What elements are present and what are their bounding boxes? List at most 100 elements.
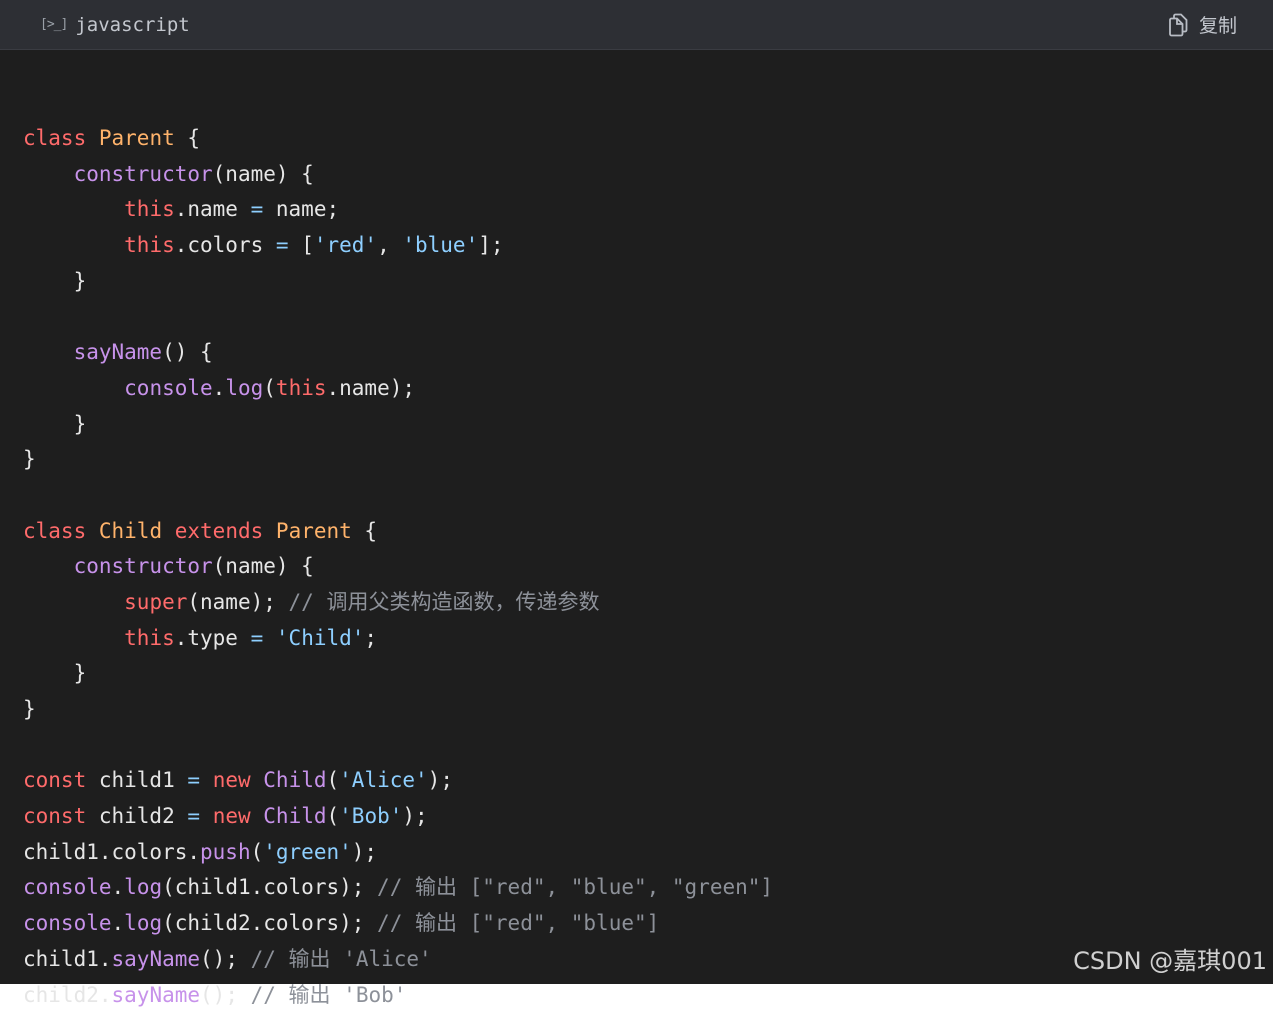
code-line <box>23 478 1273 514</box>
code-token <box>23 162 74 186</box>
code-token <box>23 340 74 364</box>
copy-label: 复制 <box>1199 11 1237 38</box>
code-token: .name); <box>327 376 416 400</box>
code-token <box>23 376 124 400</box>
code-token: . <box>112 875 125 899</box>
code-token: = <box>187 768 200 792</box>
code-token: child2 <box>86 804 187 828</box>
code-line: child2.sayName(); // 输出 'Bob' <box>23 978 1273 1013</box>
code-token: .name <box>175 197 251 221</box>
code-token: child2. <box>23 983 112 1007</box>
code-token: ]; <box>478 233 503 257</box>
code-token: new <box>213 804 251 828</box>
code-token: child1 <box>86 768 187 792</box>
language-indicator: [>_] javascript <box>40 14 190 36</box>
code-token <box>263 519 276 543</box>
code-token: .colors <box>175 233 276 257</box>
code-token: console <box>23 875 112 899</box>
code-token: ); <box>352 840 377 864</box>
code-token: child1.colors. <box>23 840 200 864</box>
code-token: log <box>225 376 263 400</box>
code-token: } <box>23 697 36 721</box>
code-token: constructor <box>74 554 213 578</box>
code-token: ( <box>327 804 340 828</box>
code-token: console <box>124 376 213 400</box>
code-line: this.name = name; <box>23 192 1273 228</box>
code-line: class Parent { <box>23 121 1273 157</box>
code-token: // 输出 'Alice' <box>251 947 432 971</box>
code-token: (name) { <box>213 554 314 578</box>
code-token: Parent <box>99 126 175 150</box>
code-token: console <box>23 911 112 935</box>
code-token <box>23 197 124 221</box>
language-label: javascript <box>75 14 189 36</box>
code-token: Child <box>99 519 162 543</box>
code-token: ( <box>327 768 340 792</box>
code-line: console.log(child1.colors); // 输出 ["red"… <box>23 870 1273 906</box>
code-token: } <box>23 269 86 293</box>
code-token <box>86 519 99 543</box>
watermark: CSDN @嘉琪001 <box>1073 941 1267 976</box>
code-token <box>162 519 175 543</box>
code-line: } <box>23 656 1273 692</box>
code-token: extends <box>175 519 264 543</box>
code-line: super(name); // 调用父类构造函数，传递参数 <box>23 585 1273 621</box>
code-token <box>86 126 99 150</box>
code-token: (name); <box>187 590 288 614</box>
code-line: sayName() { <box>23 335 1273 371</box>
code-token: const <box>23 768 86 792</box>
code-line: this.colors = ['red', 'blue']; <box>23 228 1273 264</box>
code-line <box>23 728 1273 764</box>
code-token: this <box>124 197 175 221</box>
code-line: const child2 = new Child('Bob'); <box>23 799 1273 835</box>
code-token: Child <box>263 768 326 792</box>
code-line: child1.colors.push('green'); <box>23 835 1273 871</box>
code-token: = <box>276 233 289 257</box>
code-token: } <box>23 412 86 436</box>
code-token: log <box>124 911 162 935</box>
code-line: } <box>23 407 1273 443</box>
code-token: (child2.colors); <box>162 911 377 935</box>
code-line: constructor(name) { <box>23 549 1273 585</box>
code-token: { <box>352 519 377 543</box>
code-token: push <box>200 840 251 864</box>
code-line: } <box>23 442 1273 478</box>
copy-button[interactable]: 复制 <box>1167 11 1237 38</box>
code-token: child1. <box>23 947 112 971</box>
code-token: name; <box>263 197 339 221</box>
code-token: , <box>377 233 402 257</box>
code-token: 'blue' <box>402 233 478 257</box>
code-line: } <box>23 692 1273 728</box>
code-token <box>200 804 213 828</box>
code-token: Child <box>263 804 326 828</box>
code-token: [ <box>289 233 314 257</box>
code-token: 'Child' <box>276 626 365 650</box>
terminal-icon: [>_] <box>40 17 67 32</box>
code-token <box>251 768 264 792</box>
code-token: new <box>213 768 251 792</box>
copy-icon <box>1167 13 1189 37</box>
code-token: ( <box>251 840 264 864</box>
code-token: . <box>112 911 125 935</box>
code-token: // 输出 ["red", "blue", "green"] <box>377 875 773 899</box>
code-token <box>23 554 74 578</box>
code-line: class Child extends Parent { <box>23 514 1273 550</box>
code-token: Parent <box>276 519 352 543</box>
code-token: . <box>213 376 226 400</box>
code-token: // 调用父类构造函数，传递参数 <box>289 590 600 614</box>
code-token: this <box>124 233 175 257</box>
code-token: this <box>124 626 175 650</box>
code-line: } <box>23 264 1273 300</box>
code-line: console.log(this.name); <box>23 371 1273 407</box>
code-token: (name) { <box>213 162 314 186</box>
code-line: this.type = 'Child'; <box>23 621 1273 657</box>
code-content[interactable]: class Parent { constructor(name) { this.… <box>0 50 1273 1013</box>
code-token: () { <box>162 340 213 364</box>
code-token: const <box>23 804 86 828</box>
code-line <box>23 299 1273 335</box>
code-line: constructor(name) { <box>23 157 1273 193</box>
code-token: (child1.colors); <box>162 875 377 899</box>
code-token: sayName <box>112 947 201 971</box>
code-token: class <box>23 519 86 543</box>
code-token <box>23 626 124 650</box>
